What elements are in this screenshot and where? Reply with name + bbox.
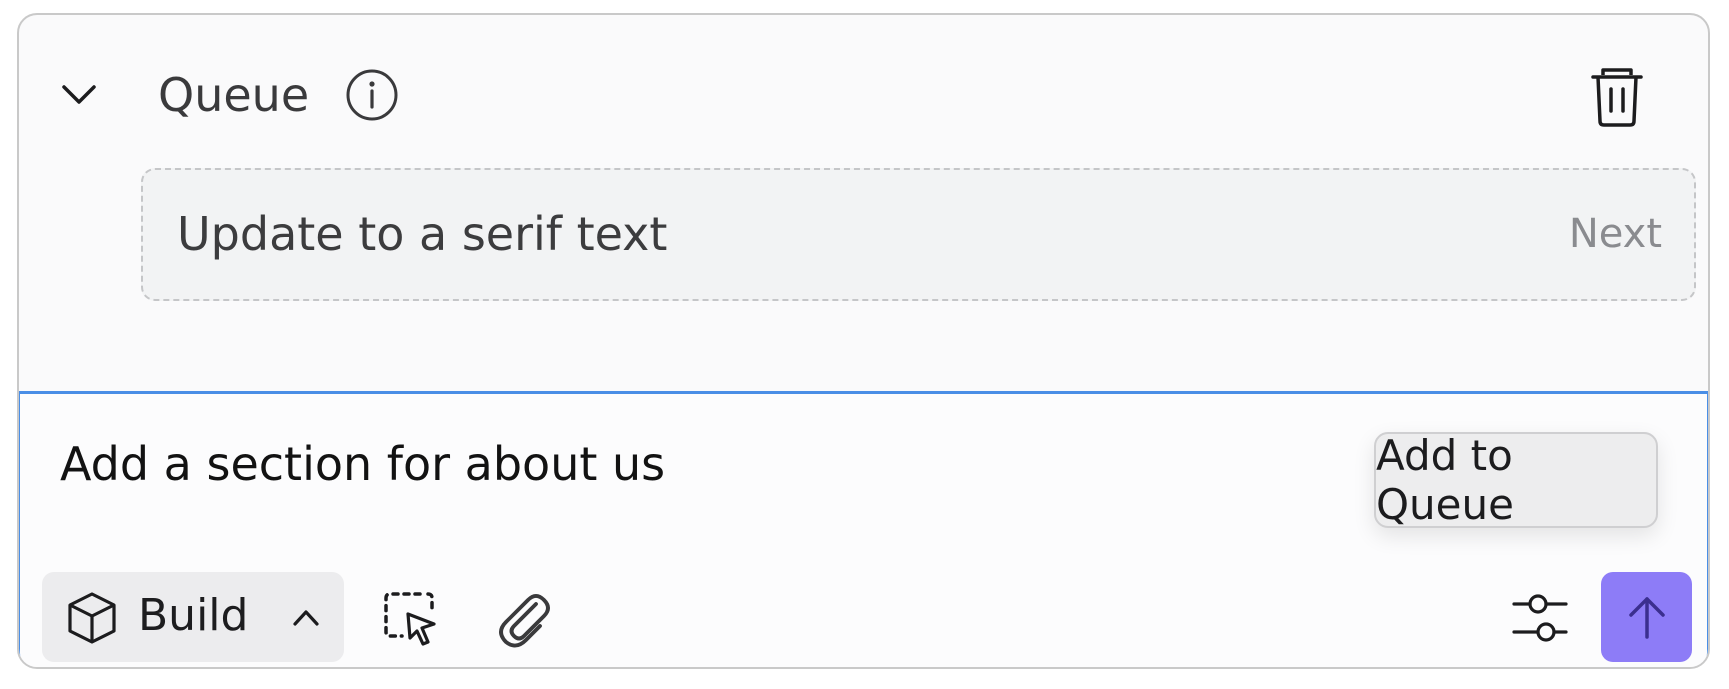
mode-selector-button[interactable]: Build: [42, 572, 344, 662]
queue-composer-panel: Queue Update to a serif text Next Add a …: [17, 13, 1710, 669]
chevron-up-icon: [286, 598, 326, 638]
mode-label: Build: [138, 590, 249, 641]
queue-item-text: Update to a serif text: [177, 207, 668, 261]
message-input[interactable]: Add a section for about us: [60, 434, 665, 494]
paperclip-icon[interactable]: [492, 584, 552, 648]
info-icon[interactable]: [344, 67, 400, 123]
queue-item[interactable]: Update to a serif text Next: [141, 168, 1696, 301]
cube-icon: [64, 590, 120, 646]
select-element-icon[interactable]: [380, 588, 440, 648]
arrow-up-icon: [1628, 597, 1665, 639]
trash-icon[interactable]: [1587, 65, 1647, 129]
chevron-down-icon[interactable]: [59, 75, 99, 115]
composer: Add a section for about us Add to Queue …: [19, 391, 1708, 667]
sliders-icon[interactable]: [1508, 588, 1572, 648]
queue-header: Queue: [19, 15, 1708, 185]
queue-title: Queue: [158, 68, 310, 122]
send-button[interactable]: [1601, 572, 1692, 662]
queue-item-status: Next: [1568, 211, 1662, 257]
add-to-queue-button[interactable]: Add to Queue: [1374, 431, 1658, 529]
